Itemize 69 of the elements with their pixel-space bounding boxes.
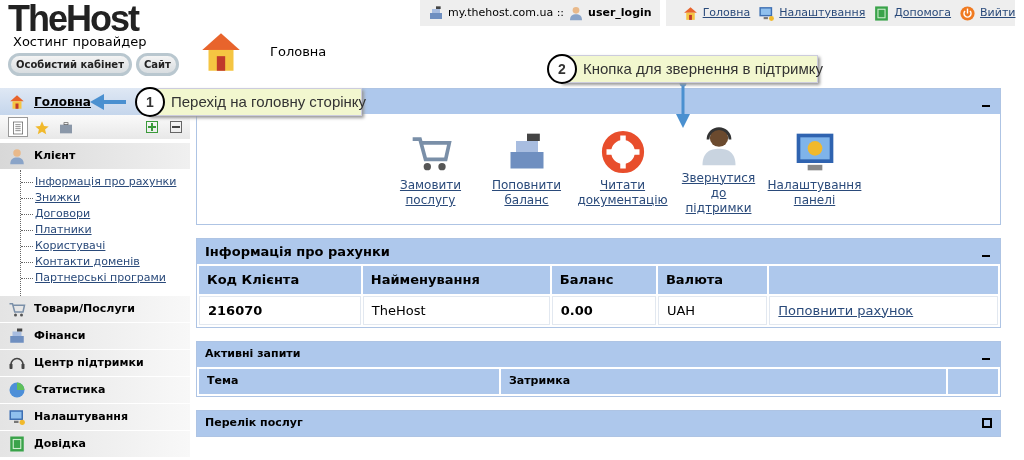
monitor-icon (758, 4, 776, 22)
header-button[interactable]: Сайт (135, 53, 179, 76)
expand-all-icon[interactable] (146, 121, 158, 133)
home-icon (681, 4, 699, 22)
cash-register-icon (8, 327, 26, 345)
cash-register-icon (428, 5, 444, 21)
power-icon (959, 4, 977, 22)
column-header: Баланс (551, 266, 656, 294)
logo-tagline: Хостинг провайдер (13, 34, 148, 49)
sidebar-section[interactable]: Товари/Послуги (0, 296, 190, 322)
sidebar-link[interactable]: Договори (35, 206, 91, 222)
lifebuoy-icon (600, 130, 645, 174)
column-header: Найменування (362, 266, 550, 294)
pie-chart-icon (8, 381, 26, 399)
sidebar-link[interactable]: Знижки (35, 190, 81, 206)
panel-title: Перелік послуг (205, 414, 303, 431)
cart-icon (8, 300, 26, 318)
briefcase-icon (58, 119, 74, 136)
top-link[interactable]: Головна (681, 4, 751, 22)
list-icon (10, 119, 26, 136)
help-icon (873, 4, 891, 22)
home-link[interactable]: Головна (34, 92, 91, 111)
sidebar-section[interactable]: Статистика (0, 377, 190, 403)
sidebar-link[interactable]: Партнерські програми (35, 270, 166, 286)
sidebar-link[interactable]: Платники (35, 222, 92, 238)
user-icon (568, 5, 585, 21)
top-link[interactable]: Вийти (959, 4, 1016, 22)
quick-action-link[interactable]: Налаштування панелі (767, 178, 862, 208)
sidebar-section[interactable]: Фінанси (0, 323, 190, 349)
callout-text: Кнопка для звернення в підтримку (583, 58, 823, 79)
sidebar-section[interactable]: Довідка (0, 431, 190, 457)
quick-action-link[interactable]: Читати документацію (577, 178, 668, 208)
logo[interactable]: TheHost (8, 4, 196, 34)
toolbar-tab[interactable] (8, 117, 28, 137)
user-icon (8, 147, 26, 165)
star-icon (34, 119, 50, 136)
sidebar-link[interactable]: Контакти доменів (35, 254, 140, 270)
step-number: 2 (547, 54, 577, 84)
sidebar-link[interactable]: Інформація про рахунки (35, 174, 177, 190)
table-cell: 216070 (199, 295, 361, 325)
callout-text: Перехід на головну сторінку (171, 91, 367, 112)
quick-action-link[interactable]: Поповнити баланс (491, 178, 562, 208)
top-link[interactable]: Допомога (873, 4, 952, 22)
sidebar-link[interactable]: Користувачі (35, 238, 106, 254)
column-header: Валюта (657, 266, 768, 294)
column-header: Тема (199, 369, 499, 394)
table-cell: UAH (657, 295, 768, 325)
sidebar-section[interactable]: Налаштування (0, 404, 190, 430)
panel-title: Активні запити (205, 346, 301, 363)
host-text: my.thehost.com.ua :: (448, 4, 565, 21)
quick-action-link[interactable]: Замовити послугу (399, 178, 462, 208)
panel-title: Інформація про рахунки (205, 242, 390, 261)
collapse-all-icon[interactable] (170, 121, 182, 133)
table-cell: 0.00 (551, 295, 656, 325)
top-link[interactable]: Налаштування (758, 4, 866, 22)
table-cell: TheHost (362, 295, 550, 325)
collapse-button[interactable] (982, 418, 992, 428)
column-header: Затримка (501, 369, 946, 394)
sidebar-section[interactable]: Центр підтримки (0, 350, 190, 376)
column-header: Код Клієнта (199, 266, 361, 294)
user-name: user_login (588, 4, 652, 21)
header-button[interactable]: Особистий кабінет (8, 53, 132, 76)
page-title: Головна (270, 43, 327, 62)
monitor-icon (8, 408, 26, 426)
step-number: 1 (135, 87, 165, 117)
sidebar-section[interactable]: Клієнт (0, 143, 190, 169)
help-icon (8, 435, 26, 453)
pointer-arrow (90, 94, 126, 110)
quick-action-link[interactable]: Звернутися до підтримки (678, 170, 759, 216)
